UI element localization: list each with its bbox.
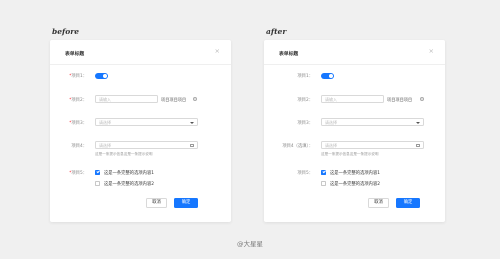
modal-after: 表单标题 × 项目1： 项目2： 请输入 项目项目项目 ! 项目3： 请选择 项… bbox=[264, 40, 445, 222]
field-label-3: *项目3： bbox=[69, 120, 87, 126]
header-divider bbox=[50, 64, 231, 65]
select-dropdown[interactable]: 请选择 bbox=[321, 118, 424, 126]
field-label-1-text: 项目1： bbox=[297, 74, 313, 79]
switch-toggle[interactable] bbox=[321, 73, 334, 79]
field-label-5: *项目5： bbox=[69, 170, 87, 176]
modal-before: 表单标题 × *项目1： *项目2： 请输入 项目项目项目 ! *项目3： 请选… bbox=[50, 40, 231, 222]
input-placeholder: 请输入 bbox=[325, 97, 337, 102]
checkbox-option-2[interactable] bbox=[321, 181, 326, 186]
field-label-4-text: 项目4： bbox=[71, 144, 87, 149]
field-label-2-text: 项目2： bbox=[297, 98, 313, 103]
input-placeholder: 请输入 bbox=[99, 97, 111, 102]
close-icon[interactable]: × bbox=[215, 48, 220, 55]
ok-button[interactable]: 确定 bbox=[396, 198, 420, 208]
field-label-4: 项目4（选填）： bbox=[282, 143, 313, 149]
text-input[interactable]: 请输入 bbox=[95, 95, 158, 103]
field-label-5-text: 项目5： bbox=[297, 171, 313, 176]
field-label-5: 项目5： bbox=[297, 170, 313, 176]
field-label-3-text: 项目3： bbox=[71, 121, 87, 126]
ok-button[interactable]: 确定 bbox=[174, 198, 198, 208]
caret-down-icon bbox=[190, 121, 194, 124]
close-icon[interactable]: × bbox=[429, 48, 434, 55]
option-1-label: 这是一条完整的选项内容1 bbox=[104, 171, 154, 176]
calendar-icon bbox=[416, 143, 420, 148]
field-label-2: *项目2： bbox=[69, 97, 87, 103]
calendar-icon bbox=[190, 143, 194, 148]
caret-down-icon bbox=[416, 121, 420, 124]
switch-knob bbox=[329, 74, 333, 78]
field-label-4: 项目4： bbox=[71, 143, 87, 149]
field-label-5-text: 项目5： bbox=[71, 171, 87, 176]
date-placeholder: 请选择 bbox=[99, 143, 111, 148]
date-help-text: 这是一条提示信息这是一条提示说明 bbox=[95, 152, 153, 156]
caption-after: after bbox=[266, 27, 287, 36]
select-placeholder: 请选择 bbox=[99, 120, 111, 125]
field-label-1-text: 项目1： bbox=[71, 74, 87, 79]
date-picker[interactable]: 请选择 bbox=[321, 141, 424, 149]
select-placeholder: 请选择 bbox=[325, 120, 337, 125]
caption-before: before bbox=[52, 27, 79, 36]
option-2-label: 这是一条完整的选项内容2 bbox=[104, 182, 154, 187]
field-label-3: 项目3： bbox=[297, 120, 313, 126]
field-label-2: 项目2： bbox=[297, 97, 313, 103]
input-suffix-text: 项目项目项目 bbox=[161, 97, 187, 102]
switch-toggle[interactable] bbox=[95, 73, 108, 79]
field-label-1: 项目1： bbox=[297, 73, 313, 79]
option-2-label: 这是一条完整的选项内容2 bbox=[330, 182, 380, 187]
date-help-text: 这是一条提示信息这是一条提示说明 bbox=[321, 152, 379, 156]
checkbox-option-2[interactable] bbox=[95, 181, 100, 186]
switch-knob bbox=[103, 74, 107, 78]
cancel-button[interactable]: 取消 bbox=[146, 198, 167, 208]
field-label-1: *项目1： bbox=[69, 73, 87, 79]
select-dropdown[interactable]: 请选择 bbox=[95, 118, 198, 126]
option-1-label: 这是一条完整的选项内容1 bbox=[330, 171, 380, 176]
modal-title: 表单标题 bbox=[279, 52, 299, 57]
info-circle-icon[interactable]: ! bbox=[193, 97, 197, 101]
modal-title: 表单标题 bbox=[65, 52, 85, 57]
cancel-button[interactable]: 取消 bbox=[368, 198, 389, 208]
watermark: @大星星 bbox=[237, 240, 263, 248]
header-divider bbox=[264, 64, 445, 65]
checkbox-option-1[interactable] bbox=[95, 170, 100, 175]
info-circle-icon[interactable]: ! bbox=[420, 97, 424, 101]
field-label-3-text: 项目3： bbox=[297, 121, 313, 126]
field-label-2-text: 项目2： bbox=[71, 98, 87, 103]
checkbox-option-1[interactable] bbox=[321, 170, 326, 175]
date-picker[interactable]: 请选择 bbox=[95, 141, 198, 149]
text-input[interactable]: 请输入 bbox=[321, 95, 384, 103]
field-label-4-text: 项目4（选填）： bbox=[282, 144, 313, 149]
date-placeholder: 请选择 bbox=[325, 143, 337, 148]
input-suffix-text: 项目项目项目 bbox=[387, 97, 413, 102]
